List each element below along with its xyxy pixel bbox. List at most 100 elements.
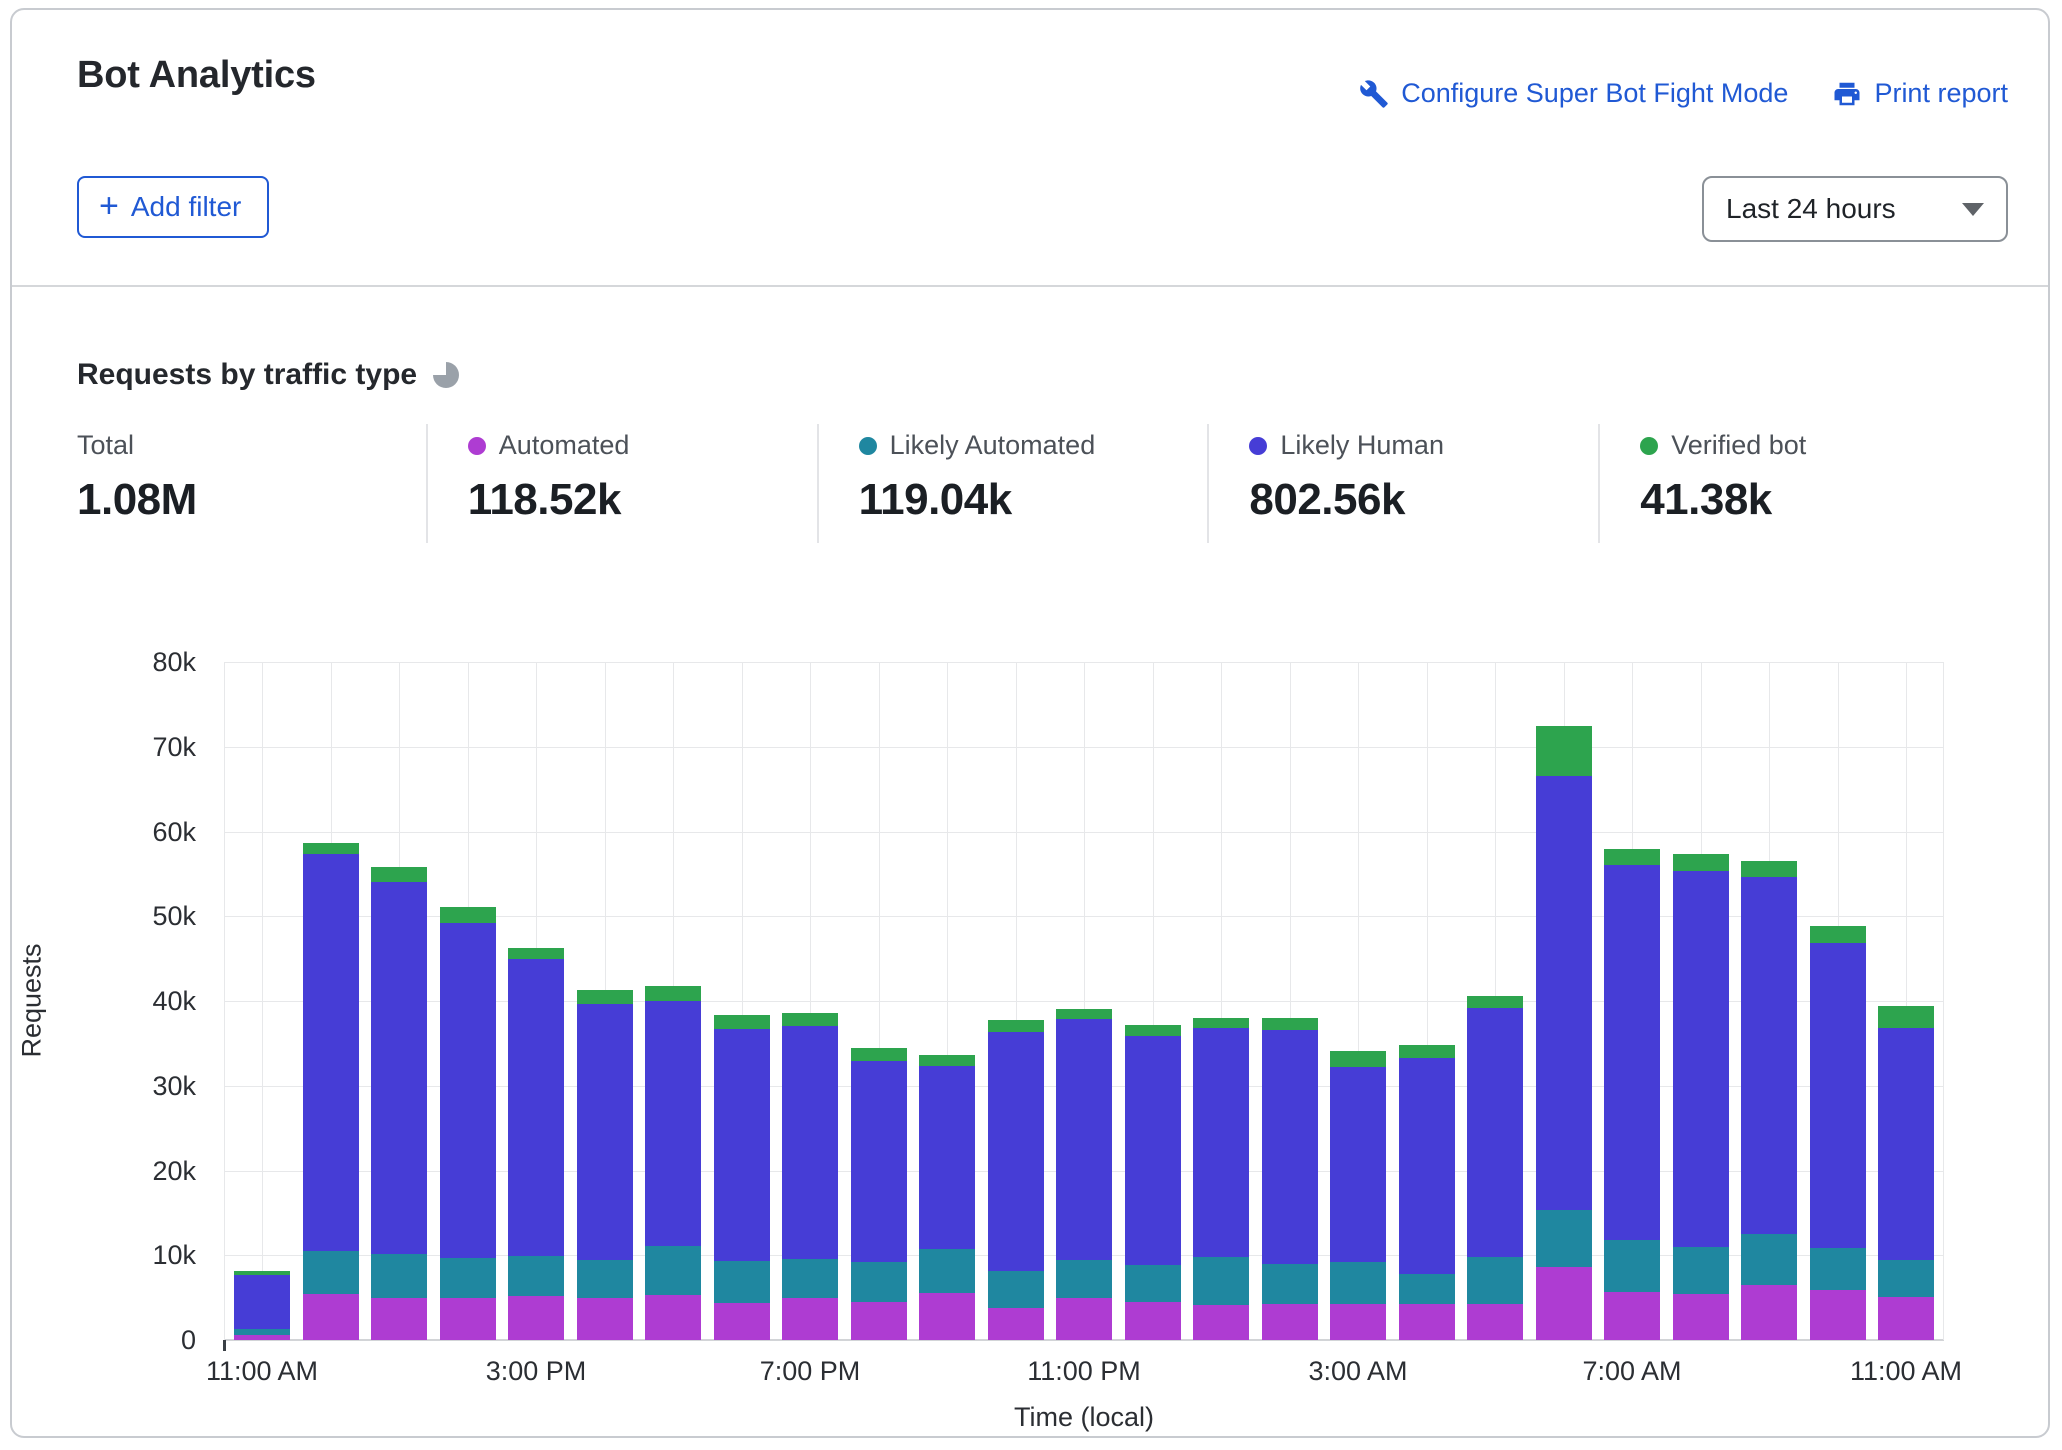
bar-segment-verified-bot[interactable] xyxy=(234,1271,290,1275)
bar-4:00 AM[interactable] xyxy=(1399,1045,1455,1340)
bar-segment-verified-bot[interactable] xyxy=(1673,854,1729,872)
bar-segment-likely-human[interactable] xyxy=(371,882,427,1254)
bar-segment-verified-bot[interactable] xyxy=(645,986,701,1001)
bar-segment-verified-bot[interactable] xyxy=(1056,1009,1112,1019)
bar-2:00 AM[interactable] xyxy=(1262,1018,1318,1340)
bar-segment-automated[interactable] xyxy=(1330,1304,1386,1340)
bar-segment-likely-automated[interactable] xyxy=(508,1256,564,1296)
bar-segment-likely-automated[interactable] xyxy=(1878,1260,1934,1297)
bar-11:00 PM[interactable] xyxy=(1056,1009,1112,1340)
bar-segment-likely-human[interactable] xyxy=(440,923,496,1258)
bar-segment-automated[interactable] xyxy=(1467,1304,1523,1340)
bar-10:00 AM[interactable] xyxy=(1810,926,1866,1340)
bar-segment-likely-automated[interactable] xyxy=(303,1251,359,1294)
bar-1:00 AM[interactable] xyxy=(1193,1018,1249,1340)
bar-segment-likely-human[interactable] xyxy=(919,1066,975,1249)
bar-segment-likely-automated[interactable] xyxy=(714,1261,770,1303)
bar-segment-automated[interactable] xyxy=(919,1293,975,1340)
bar-segment-verified-bot[interactable] xyxy=(371,867,427,882)
bar-segment-verified-bot[interactable] xyxy=(1878,1006,1934,1028)
bar-segment-likely-automated[interactable] xyxy=(577,1260,633,1299)
bar-segment-likely-human[interactable] xyxy=(1330,1067,1386,1262)
bar-segment-verified-bot[interactable] xyxy=(440,907,496,923)
bar-3:00 AM[interactable] xyxy=(1330,1051,1386,1340)
bar-segment-likely-human[interactable] xyxy=(1467,1008,1523,1257)
bar-8:00 PM[interactable] xyxy=(851,1048,907,1340)
bar-segment-likely-automated[interactable] xyxy=(1810,1248,1866,1290)
bar-9:00 AM[interactable] xyxy=(1741,861,1797,1340)
bar-segment-likely-automated[interactable] xyxy=(645,1246,701,1295)
bar-segment-likely-human[interactable] xyxy=(1741,877,1797,1234)
bar-segment-verified-bot[interactable] xyxy=(1193,1018,1249,1028)
bar-8:00 AM[interactable] xyxy=(1673,854,1729,1340)
bar-12:00 AM[interactable] xyxy=(1125,1025,1181,1340)
bar-segment-verified-bot[interactable] xyxy=(1125,1025,1181,1036)
bar-segment-likely-automated[interactable] xyxy=(988,1271,1044,1308)
bar-segment-verified-bot[interactable] xyxy=(1604,849,1660,865)
bar-segment-automated[interactable] xyxy=(1125,1302,1181,1340)
bar-segment-automated[interactable] xyxy=(1741,1285,1797,1340)
bar-segment-automated[interactable] xyxy=(234,1335,290,1340)
bar-11:00 AM[interactable] xyxy=(1878,1006,1934,1340)
bar-segment-verified-bot[interactable] xyxy=(1330,1051,1386,1067)
bar-4:00 PM[interactable] xyxy=(577,990,633,1340)
bar-7:00 AM[interactable] xyxy=(1604,849,1660,1340)
bar-segment-automated[interactable] xyxy=(988,1308,1044,1340)
bar-segment-likely-human[interactable] xyxy=(1536,776,1592,1209)
bar-segment-verified-bot[interactable] xyxy=(577,990,633,1004)
bar-segment-likely-human[interactable] xyxy=(782,1026,838,1259)
bar-segment-likely-automated[interactable] xyxy=(1193,1257,1249,1305)
bar-segment-automated[interactable] xyxy=(714,1303,770,1340)
bar-segment-automated[interactable] xyxy=(577,1298,633,1340)
bar-segment-likely-automated[interactable] xyxy=(1056,1260,1112,1298)
bar-segment-likely-human[interactable] xyxy=(1056,1019,1112,1260)
bar-segment-likely-automated[interactable] xyxy=(1330,1262,1386,1304)
add-filter-button[interactable]: + Add filter xyxy=(77,176,269,238)
bar-segment-verified-bot[interactable] xyxy=(782,1013,838,1026)
bar-segment-likely-automated[interactable] xyxy=(919,1249,975,1292)
bar-segment-automated[interactable] xyxy=(1262,1304,1318,1340)
bar-segment-likely-human[interactable] xyxy=(1125,1036,1181,1265)
bar-segment-likely-automated[interactable] xyxy=(1673,1247,1729,1294)
bar-segment-likely-automated[interactable] xyxy=(1536,1210,1592,1268)
bar-segment-likely-automated[interactable] xyxy=(1604,1240,1660,1292)
bar-11:00 AM[interactable] xyxy=(234,1271,290,1340)
bar-segment-automated[interactable] xyxy=(1056,1298,1112,1340)
bar-segment-automated[interactable] xyxy=(645,1295,701,1340)
bar-10:00 PM[interactable] xyxy=(988,1020,1044,1340)
bar-segment-likely-automated[interactable] xyxy=(234,1329,290,1335)
bar-segment-verified-bot[interactable] xyxy=(1810,926,1866,944)
bar-segment-likely-human[interactable] xyxy=(234,1275,290,1329)
bar-segment-automated[interactable] xyxy=(1673,1294,1729,1340)
bar-segment-likely-automated[interactable] xyxy=(371,1254,427,1298)
configure-super-bot-fight-mode-link[interactable]: Configure Super Bot Fight Mode xyxy=(1359,78,1788,109)
bar-segment-likely-human[interactable] xyxy=(714,1029,770,1261)
bar-segment-likely-automated[interactable] xyxy=(1467,1257,1523,1304)
bar-2:00 PM[interactable] xyxy=(440,907,496,1340)
bar-segment-automated[interactable] xyxy=(782,1298,838,1340)
bar-segment-likely-human[interactable] xyxy=(851,1061,907,1262)
bar-3:00 PM[interactable] xyxy=(508,948,564,1340)
bar-6:00 AM[interactable] xyxy=(1536,726,1592,1340)
bar-1:00 PM[interactable] xyxy=(371,867,427,1340)
bar-segment-automated[interactable] xyxy=(371,1298,427,1340)
bar-segment-verified-bot[interactable] xyxy=(988,1020,1044,1032)
bar-7:00 PM[interactable] xyxy=(782,1013,838,1340)
bar-segment-likely-human[interactable] xyxy=(577,1004,633,1260)
bar-segment-likely-human[interactable] xyxy=(303,854,359,1251)
bar-segment-likely-human[interactable] xyxy=(1878,1028,1934,1259)
bar-segment-likely-human[interactable] xyxy=(645,1001,701,1246)
bar-segment-automated[interactable] xyxy=(1536,1267,1592,1340)
bar-5:00 PM[interactable] xyxy=(645,986,701,1340)
bar-segment-verified-bot[interactable] xyxy=(1741,861,1797,877)
bar-segment-likely-automated[interactable] xyxy=(440,1258,496,1299)
bar-12:00 PM[interactable] xyxy=(303,843,359,1340)
bar-segment-likely-automated[interactable] xyxy=(1741,1234,1797,1285)
bar-segment-verified-bot[interactable] xyxy=(303,843,359,855)
print-report-link[interactable]: Print report xyxy=(1832,78,2008,109)
bar-segment-likely-automated[interactable] xyxy=(1125,1265,1181,1302)
bar-segment-likely-human[interactable] xyxy=(1193,1028,1249,1257)
bar-segment-likely-human[interactable] xyxy=(1810,943,1866,1247)
bar-segment-likely-automated[interactable] xyxy=(1262,1264,1318,1304)
bar-segment-likely-automated[interactable] xyxy=(851,1262,907,1302)
